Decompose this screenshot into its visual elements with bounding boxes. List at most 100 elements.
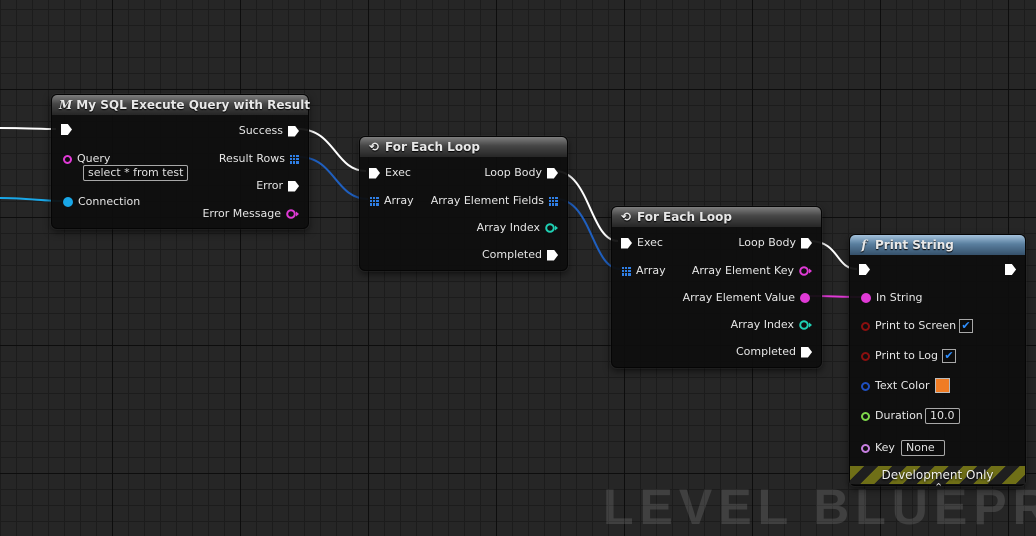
- int-out-pin-icon[interactable]: [545, 223, 558, 233]
- loop1-exec-label: Exec: [385, 166, 411, 179]
- array-pin-icon[interactable]: [622, 266, 631, 276]
- sql-connection-pin[interactable]: Connection: [63, 195, 140, 209]
- struct-pin-icon[interactable]: [63, 197, 73, 207]
- duration-input[interactable]: 10.0: [925, 408, 960, 424]
- loop1-array-label: Array: [384, 194, 414, 207]
- exec-wire-incoming: [0, 127, 57, 130]
- for-each-loop-node-2[interactable]: ⟲ For Each Loop Exec Array Loop Body Arr…: [611, 206, 822, 368]
- string-pin-icon[interactable]: [800, 293, 810, 303]
- chevron-up-icon[interactable]: ⌃: [934, 481, 943, 494]
- print-string-node[interactable]: f Print String In String Print to Screen…: [849, 234, 1026, 494]
- sql-result-rows-pin[interactable]: Result Rows: [219, 152, 299, 166]
- loop1-array-element-label: Array Element Fields: [430, 194, 544, 207]
- for-each-loop-node-1[interactable]: ⟲ For Each Loop Exec Array Loop Body Arr…: [359, 136, 568, 271]
- success-label: Success: [238, 124, 283, 137]
- sql-exec-in-pin[interactable]: [61, 124, 72, 135]
- loop1-completed-pin[interactable]: Completed: [482, 248, 558, 262]
- array-pin-icon[interactable]: [549, 196, 558, 206]
- loop2-array-index-label: Array Index: [730, 318, 794, 331]
- key-input[interactable]: None: [901, 440, 945, 456]
- sql-query-pin[interactable]: Query: [63, 152, 110, 166]
- exec-pin-icon[interactable]: [621, 237, 632, 249]
- query-input[interactable]: select * from test: [83, 165, 189, 181]
- string-out-pin-icon[interactable]: [799, 266, 812, 276]
- name-pin-icon[interactable]: [861, 443, 870, 453]
- loop2-array-element-key-pin[interactable]: Array Element Key: [692, 264, 812, 278]
- query-label: Query: [77, 152, 111, 165]
- string-pin-icon[interactable]: [861, 293, 871, 303]
- int-out-pin-icon[interactable]: [799, 320, 812, 330]
- print-exec-in-pin[interactable]: [859, 264, 870, 275]
- connection-label: Connection: [78, 195, 141, 208]
- print-to-screen-label: Print to Screen: [875, 319, 957, 332]
- sql-node-title: My SQL Execute Query with Result: [76, 98, 311, 112]
- sql-node-header[interactable]: M My SQL Execute Query with Result: [52, 95, 311, 115]
- loop1-array-element-pin[interactable]: Array Element Fields: [431, 194, 558, 208]
- text-color-pin[interactable]: Text Color: [861, 379, 929, 393]
- bool-pin-icon[interactable]: [861, 351, 870, 361]
- text-color-label: Text Color: [875, 379, 930, 392]
- loop1-completed-label: Completed: [482, 248, 542, 261]
- array-pin-icon[interactable]: [370, 196, 379, 206]
- print-to-screen-pin[interactable]: Print to Screen: [861, 319, 956, 333]
- print-string-header[interactable]: f Print String: [850, 235, 1025, 255]
- error-message-label: Error Message: [202, 207, 281, 220]
- exec-pin-icon[interactable]: [61, 124, 72, 135]
- duration-pin[interactable]: Duration: [861, 409, 923, 423]
- duration-label: Duration: [875, 409, 923, 422]
- loop2-title: For Each Loop: [637, 210, 732, 224]
- sql-success-pin[interactable]: Success: [239, 124, 299, 138]
- loop1-exec-pin[interactable]: Exec: [369, 166, 411, 180]
- loop2-loop-body-pin[interactable]: Loop Body: [738, 236, 812, 250]
- loop2-array-element-key-label: Array Element Key: [691, 264, 794, 277]
- loop1-loop-body-label: Loop Body: [484, 166, 542, 179]
- exec-pin-icon[interactable]: [288, 125, 299, 137]
- exec-pin-icon[interactable]: [859, 264, 870, 275]
- array-wire-rows-to-loop1: [298, 156, 369, 200]
- exec-pin-icon[interactable]: [801, 237, 812, 249]
- sql-error-pin[interactable]: Error: [256, 179, 299, 193]
- result-rows-label: Result Rows: [218, 152, 285, 165]
- loop2-completed-pin[interactable]: Completed: [736, 345, 812, 359]
- text-color-swatch[interactable]: [935, 378, 950, 393]
- loop2-array-element-value-label: Array Element Value: [682, 291, 795, 304]
- sql-execute-query-node[interactable]: M My SQL Execute Query with Result Query…: [51, 94, 311, 229]
- macro-icon: M: [59, 98, 73, 112]
- exec-pin-hollow-icon[interactable]: [801, 347, 812, 358]
- loop-icon: ⟲: [620, 210, 632, 224]
- loop2-exec-pin[interactable]: Exec: [621, 236, 663, 250]
- loop1-array-index-pin[interactable]: Array Index: [477, 221, 558, 235]
- array-pin-icon[interactable]: [290, 154, 299, 164]
- loop2-array-index-pin[interactable]: Array Index: [731, 318, 812, 332]
- key-pin[interactable]: Key: [861, 441, 895, 455]
- exec-pin-hollow-icon[interactable]: [547, 250, 558, 261]
- exec-pin-hollow-icon[interactable]: [1005, 264, 1016, 275]
- print-exec-out-pin[interactable]: [1005, 264, 1016, 275]
- print-to-log-pin[interactable]: Print to Log: [861, 349, 938, 363]
- sql-error-message-pin[interactable]: Error Message: [202, 207, 299, 221]
- struct-pin-icon[interactable]: [861, 381, 870, 391]
- in-string-label: In String: [876, 291, 923, 304]
- loop2-array-label: Array: [636, 264, 666, 277]
- string-out-pin-icon[interactable]: [286, 209, 299, 219]
- loop2-loop-body-label: Loop Body: [738, 236, 796, 249]
- key-label: Key: [875, 441, 895, 454]
- loop2-exec-label: Exec: [637, 236, 663, 249]
- string-pin-icon[interactable]: [63, 154, 72, 164]
- exec-pin-icon[interactable]: [547, 167, 558, 179]
- bool-pin-icon[interactable]: [861, 321, 870, 331]
- loop1-array-pin[interactable]: Array: [370, 194, 414, 208]
- print-to-screen-checkbox[interactable]: ✔: [959, 319, 973, 333]
- loop2-array-pin[interactable]: Array: [622, 264, 666, 278]
- exec-pin-hollow-icon[interactable]: [288, 181, 299, 192]
- loop2-array-element-value-pin[interactable]: Array Element Value: [683, 291, 810, 305]
- loop1-title: For Each Loop: [385, 140, 480, 154]
- loop2-header[interactable]: ⟲ For Each Loop: [612, 207, 821, 227]
- exec-pin-icon[interactable]: [369, 167, 380, 179]
- loop1-header[interactable]: ⟲ For Each Loop: [360, 137, 567, 157]
- print-to-log-label: Print to Log: [875, 349, 938, 362]
- float-pin-icon[interactable]: [861, 411, 870, 421]
- print-in-string-pin[interactable]: In String: [861, 291, 923, 305]
- loop1-loop-body-pin[interactable]: Loop Body: [484, 166, 558, 180]
- print-to-log-checkbox[interactable]: ✔: [942, 349, 956, 363]
